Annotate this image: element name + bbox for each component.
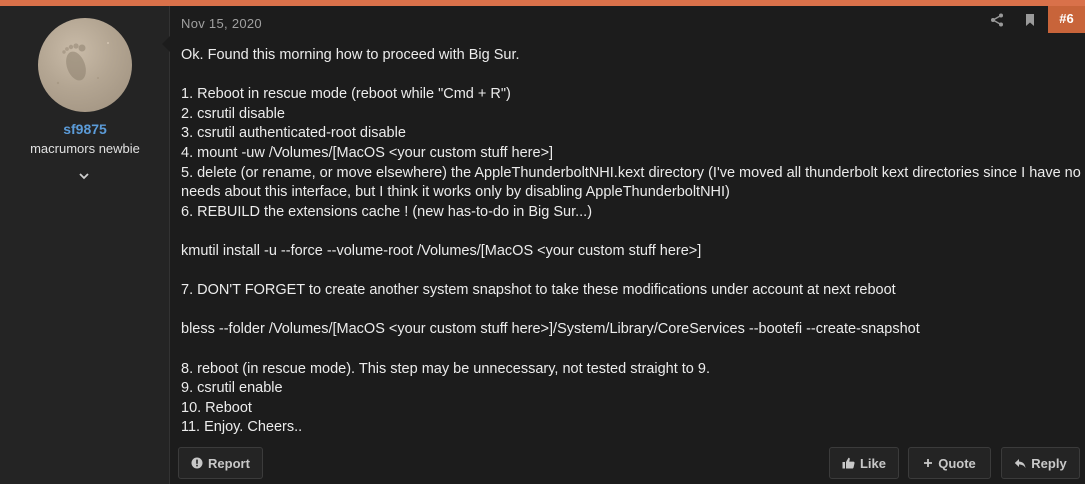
post-line: 8. reboot (in rescue mode). This step ma… — [181, 360, 710, 377]
post-number[interactable]: #6 — [1048, 6, 1085, 33]
avatar[interactable] — [38, 18, 132, 112]
chevron-down-icon[interactable] — [76, 168, 92, 184]
footprint-image — [56, 42, 109, 85]
alert-icon — [191, 457, 203, 469]
post-line: bless --folder /Volumes/[MacOS <your cus… — [181, 321, 920, 338]
post-line: Ok. Found this morning how to proceed wi… — [181, 47, 520, 63]
post-line: 11. Enjoy. Cheers.. — [181, 419, 303, 436]
post-line: 6. REBUILD the extensions cache ! (new h… — [181, 203, 593, 220]
post-line: 5. delete (or rename, or move elsewhere)… — [181, 164, 1081, 201]
share-icon[interactable] — [989, 12, 1005, 28]
reply-label: Reply — [1031, 455, 1067, 471]
username[interactable]: sf9875 — [0, 121, 170, 137]
user-info-panel: sf9875 macrumors newbie — [0, 6, 170, 484]
bookmark-icon[interactable] — [1023, 12, 1037, 28]
post-line: 3. csrutil authenticated-root disable — [181, 125, 406, 142]
post-line: 9. csrutil enable — [181, 380, 283, 397]
like-label: Like — [859, 455, 886, 471]
reply-icon — [1015, 458, 1026, 468]
user-title: macrumors newbie — [30, 141, 140, 156]
plus-icon — [924, 459, 933, 467]
post-body: Ok. Found this morning how to proceed wi… — [181, 46, 1081, 438]
quote-button[interactable]: Quote — [908, 447, 991, 479]
report-label: Report — [208, 455, 250, 471]
post-date[interactable]: Nov 15, 2020 — [181, 16, 262, 31]
like-button[interactable]: Like — [829, 447, 899, 479]
message-pointer — [162, 36, 170, 52]
reply-button[interactable]: Reply — [1001, 447, 1080, 479]
post-line: 1. Reboot in rescue mode (reboot while "… — [181, 86, 511, 103]
post-line: 7. DON'T FORGET to create another system… — [181, 282, 896, 299]
thumbs-up-icon — [842, 457, 855, 469]
post-line: kmutil install -u --force --volume-root … — [181, 242, 702, 259]
quote-label: Quote — [938, 455, 976, 471]
report-button[interactable]: Report — [178, 447, 263, 479]
post-line: 10. Reboot — [181, 399, 252, 416]
message-cell: Nov 15, 2020 #6 Ok. Found this morning h… — [171, 6, 1085, 484]
post-line: 2. csrutil disable — [181, 105, 285, 122]
post-line: 4. mount -uw /Volumes/[MacOS <your custo… — [181, 144, 554, 161]
